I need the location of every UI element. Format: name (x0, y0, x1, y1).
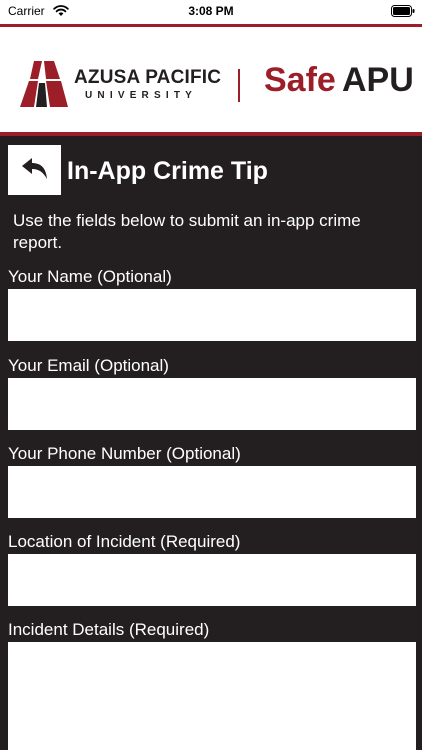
location-input[interactable] (8, 554, 416, 606)
name-label: Your Name (Optional) (8, 267, 172, 286)
email-label: Your Email (Optional) (8, 356, 169, 375)
location-label: Location of Incident (Required) (8, 532, 241, 551)
page-title: In-App Crime Tip (67, 157, 268, 185)
university-name: AZUSA PACIFIC (74, 67, 222, 88)
status-bar: Carrier 3:08 PM (0, 0, 422, 24)
details-label: Incident Details (Required) (8, 620, 210, 639)
name-input[interactable] (8, 289, 416, 341)
university-subtitle: UNIVERSITY (85, 90, 198, 101)
app-header: AZUSA PACIFIC UNIVERSITY Safe APU (0, 24, 422, 136)
phone-input[interactable] (8, 466, 416, 518)
header-divider (238, 69, 240, 102)
app-name-safe: Safe (264, 61, 336, 99)
details-textarea[interactable] (8, 642, 416, 750)
phone-label: Your Phone Number (Optional) (8, 444, 241, 463)
apu-logo-mark (20, 61, 68, 107)
back-arrow-icon (22, 158, 47, 179)
intro-text: Use the fields below to submit an in-app… (13, 211, 361, 252)
back-button[interactable] (8, 145, 61, 195)
email-input[interactable] (8, 378, 416, 430)
app-name-apu: APU (342, 61, 414, 99)
battery-icon (391, 5, 415, 17)
status-time: 3:08 PM (188, 4, 234, 18)
